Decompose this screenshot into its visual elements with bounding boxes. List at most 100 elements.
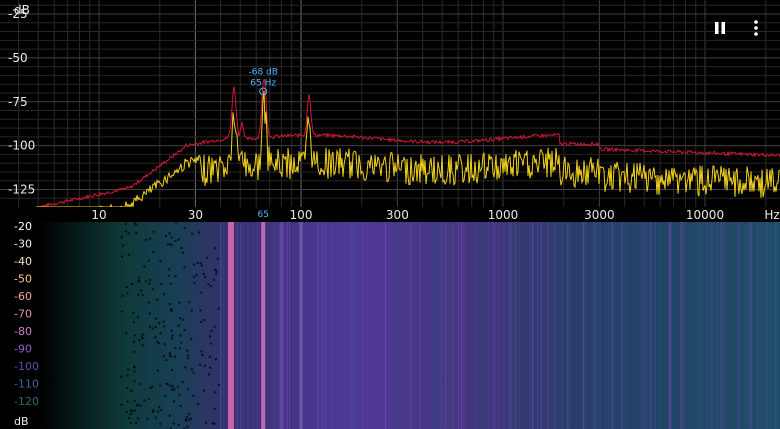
spectrogram-noise-dot xyxy=(144,280,148,283)
spectrogram-noise-dot xyxy=(144,238,148,242)
spectrogram-noise-dot xyxy=(157,342,161,345)
spectrogram-streak xyxy=(432,222,434,429)
spectrogram-noise-dot xyxy=(178,316,182,320)
db-tick-label: -125 xyxy=(8,183,35,197)
spectrogram-streak xyxy=(584,222,586,429)
spectrogram-noise-dot xyxy=(216,257,220,260)
spectrogram-streak xyxy=(354,222,356,429)
spectrogram-noise-dot xyxy=(180,246,183,250)
spectrogram-noise-dot xyxy=(170,308,174,311)
spectrogram-noise-dot xyxy=(208,355,212,359)
frequency-tick-label: 10 xyxy=(91,208,106,222)
spectrogram-noise-dot xyxy=(141,333,145,336)
pause-button[interactable] xyxy=(706,14,734,42)
spectrogram-streak xyxy=(265,222,267,429)
spectrogram-streak xyxy=(651,222,653,429)
spectrogram-streak xyxy=(508,222,510,429)
spectrogram-streak xyxy=(492,222,494,429)
spectrogram-noise-dot xyxy=(120,255,124,258)
spectrogram-noise-dot xyxy=(162,355,166,358)
spectrogram-waterfall[interactable]: dB -20 -30 -40 -50 -60 -70 -80 -90 -100 -110 -120 xyxy=(0,222,780,429)
spectrogram-streak xyxy=(452,222,454,429)
spectrogram-noise-dot xyxy=(200,264,203,267)
spectrogram-noise-dot xyxy=(156,369,160,372)
spectrogram-noise-dot xyxy=(147,282,151,285)
spectrogram-streak xyxy=(440,222,442,429)
spectrogram-noise-dot xyxy=(178,347,182,350)
more-options-button[interactable] xyxy=(742,14,770,42)
spectrogram-noise-dot xyxy=(125,285,128,289)
colorbar-unit-label: dB xyxy=(14,415,29,428)
spectrogram-streak xyxy=(240,222,242,429)
spectrogram-noise-dot xyxy=(132,366,136,369)
spectrogram-streak xyxy=(615,222,617,429)
spectrogram-noise-dot xyxy=(148,237,152,240)
spectrogram-noise-dot xyxy=(151,327,154,330)
spectrogram-streak xyxy=(567,222,569,429)
spectrogram-noise-dot xyxy=(172,400,176,403)
colorbar-tick-label: -30 xyxy=(14,238,32,251)
spectrogram-noise-dot xyxy=(148,278,152,282)
spectrogram-noise-dot xyxy=(213,407,216,411)
colorbar-tick-label: -40 xyxy=(14,255,32,268)
db-tick-label: -25 xyxy=(8,7,28,21)
spectrogram-streak xyxy=(311,222,313,429)
spectrogram-streak xyxy=(592,222,594,429)
spectrogram-noise-dot xyxy=(190,337,193,341)
spectrogram-noise-dot xyxy=(186,425,189,429)
spectrogram-streak xyxy=(253,222,255,429)
spectrogram-streak xyxy=(305,222,307,429)
spectrogram-noise-dot xyxy=(203,275,207,279)
spectrogram-streak xyxy=(220,222,222,429)
spectrogram-noise-dot xyxy=(201,353,204,357)
spectrogram-noise-dot xyxy=(184,366,187,369)
spectrogram-noise-dot xyxy=(129,421,132,425)
spectrogram-noise-dot xyxy=(159,384,162,387)
spectrogram-noise-dot xyxy=(173,355,177,359)
spectrogram-noise-dot xyxy=(206,256,209,259)
spectrogram-streak xyxy=(236,222,238,429)
spectrogram-noise-dot xyxy=(196,261,199,265)
spectrogram-noise-dot xyxy=(215,272,218,275)
spectrogram-noise-dot xyxy=(135,404,139,407)
frequency-tick-label: 1000 xyxy=(488,208,519,222)
spectrogram-noise-dot xyxy=(141,336,144,340)
spectrogram-noise-dot xyxy=(162,293,166,296)
spectrogram-noise-dot xyxy=(213,325,216,329)
spectrogram-noise-dot xyxy=(130,389,133,392)
spectrogram-noise-dot xyxy=(183,266,186,269)
spectrogram-noise-dot xyxy=(190,232,194,236)
spectrogram-noise-dot xyxy=(125,410,128,414)
spectrogram-streak xyxy=(385,222,387,429)
spectrogram-noise-dot xyxy=(143,265,146,268)
spectrogram-streak xyxy=(605,222,607,429)
spectrogram-noise-dot xyxy=(160,282,163,285)
spectrogram-streak xyxy=(408,222,410,429)
spectrogram-streak xyxy=(528,222,530,429)
spectrogram-noise-dot xyxy=(124,230,128,233)
spectrogram-noise-dot xyxy=(209,284,212,288)
spectrogram-noise-dot xyxy=(202,272,206,276)
spectrogram-noise-dot xyxy=(133,399,136,402)
spectrogram-streak xyxy=(659,222,661,429)
spectrogram-noise-dot xyxy=(186,356,189,360)
spectrogram-noise-dot xyxy=(198,363,202,367)
spectrogram-streak xyxy=(723,222,725,429)
spectrogram-noise-dot xyxy=(203,318,206,322)
spectrogram-streak xyxy=(444,222,446,429)
spectrogram-noise-dot xyxy=(171,334,174,337)
spectrogram-noise-dot xyxy=(177,423,180,427)
spectrum-plot[interactable]: -68 dB 65 Hz dB -25-50-75-100-125 Hz 65 … xyxy=(0,0,780,222)
spectrogram-noise-dot xyxy=(170,337,173,340)
frequency-tick-label: 300 xyxy=(386,208,409,222)
spectrogram-streak xyxy=(770,222,772,429)
spectrogram-streak xyxy=(261,222,266,429)
spectrogram-noise-dot xyxy=(154,416,158,419)
spectrogram-streak xyxy=(358,222,360,429)
spectrogram-noise-dot xyxy=(169,282,173,285)
spectrogram-noise-dot xyxy=(203,364,207,368)
spectrogram-streak xyxy=(227,222,234,429)
spectrogram-noise-dot xyxy=(152,250,155,253)
spectrogram-noise-dot xyxy=(181,380,184,384)
spectrogram-noise-dot xyxy=(133,379,136,383)
